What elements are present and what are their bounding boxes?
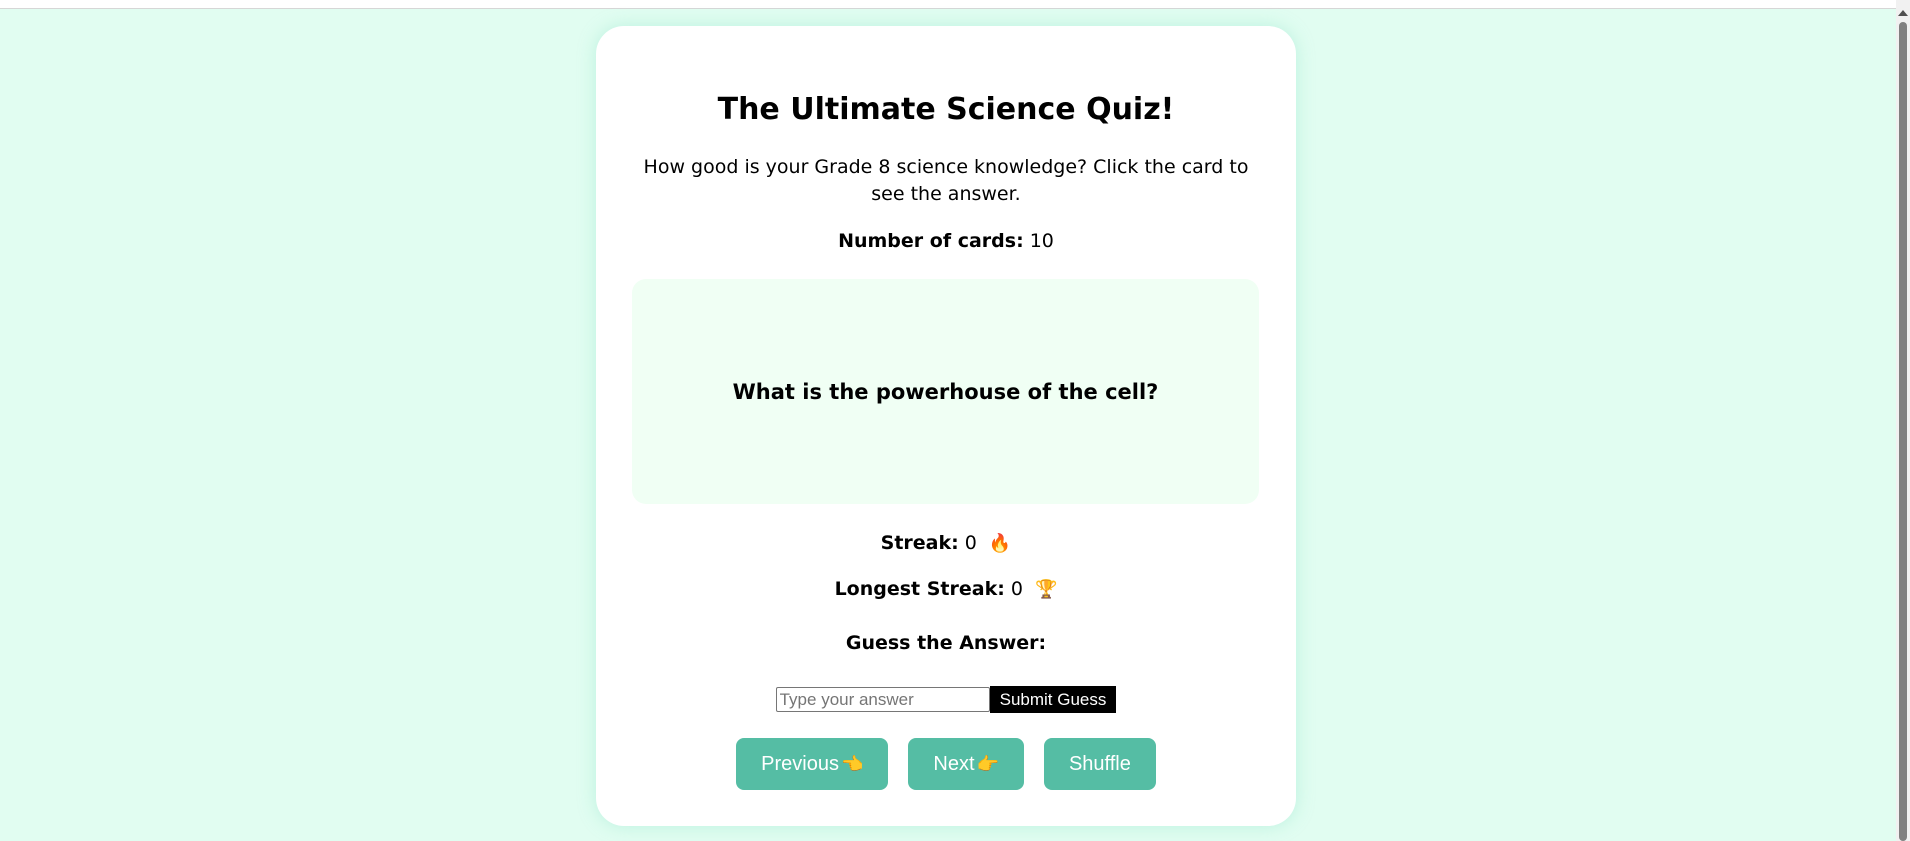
- fire-icon: 🔥: [988, 533, 1012, 554]
- previous-button-label: Previous: [761, 752, 839, 775]
- streak-display: Streak: 0 🔥: [596, 532, 1296, 554]
- navigation-buttons: Previous 👈 Next 👉 Shuffle: [596, 738, 1296, 790]
- trophy-icon: 🏆: [1035, 579, 1058, 600]
- page-title: The Ultimate Science Quiz!: [717, 92, 1175, 127]
- streak-label: Streak:: [880, 532, 959, 554]
- longest-streak-value: 0: [1010, 578, 1023, 600]
- card-count: Number of cards: 10: [596, 230, 1296, 252]
- quiz-container: The Ultimate Science Quiz! How good is y…: [596, 26, 1296, 826]
- page-scrollbar[interactable]: [1896, 0, 1910, 841]
- card-count-value: 10: [1029, 230, 1054, 252]
- browser-top-edge: [0, 0, 1896, 9]
- flashcard[interactable]: What is the powerhouse of the cell?: [632, 279, 1259, 504]
- scroll-up-arrow-icon[interactable]: [1898, 10, 1908, 16]
- next-button-label: Next: [933, 752, 975, 775]
- quiz-description: How good is your Grade 8 science knowled…: [643, 156, 1249, 205]
- card-count-label: Number of cards:: [838, 230, 1024, 252]
- guess-input[interactable]: [775, 687, 990, 712]
- shuffle-button[interactable]: Shuffle: [1043, 738, 1156, 790]
- guess-form: Submit Guess: [596, 686, 1296, 713]
- guess-label: Guess the Answer:: [845, 632, 1047, 654]
- pointing-left-icon: 👈: [840, 753, 864, 774]
- longest-streak-display: Longest Streak: 0 🏆: [596, 578, 1296, 600]
- next-button[interactable]: Next 👉: [908, 738, 1024, 790]
- streak-value: 0: [964, 532, 977, 554]
- pointing-right-icon: 👉: [976, 753, 999, 774]
- submit-guess-button[interactable]: Submit Guess: [989, 686, 1117, 713]
- flashcard-question: What is the powerhouse of the cell?: [732, 379, 1159, 404]
- scroll-thumb[interactable]: [1899, 22, 1907, 841]
- longest-streak-label: Longest Streak:: [834, 578, 1005, 600]
- previous-button[interactable]: Previous 👈: [736, 738, 889, 790]
